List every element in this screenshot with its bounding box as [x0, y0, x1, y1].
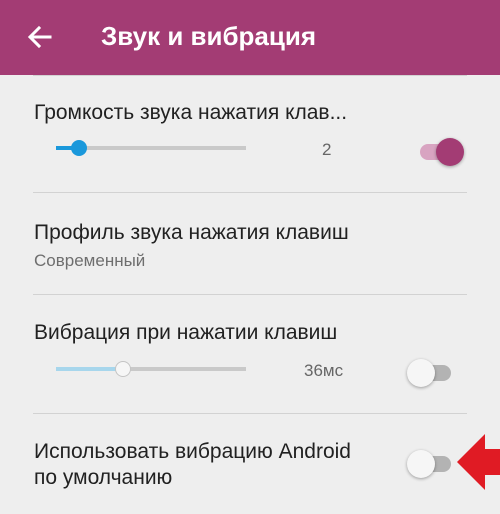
app-bar: Звук и вибрация	[0, 0, 500, 75]
page-title: Звук и вибрация	[101, 21, 317, 51]
switch-thumb	[436, 138, 464, 166]
slider-thumb[interactable]	[71, 140, 87, 156]
divider	[33, 192, 467, 193]
slider-thumb[interactable]	[115, 361, 131, 377]
keypress-vibration-switch[interactable]	[407, 357, 457, 387]
keypress-volume-switch[interactable]	[414, 136, 464, 166]
divider	[33, 75, 467, 76]
setting-title: Профиль звука нажатия клавиш	[34, 221, 349, 244]
divider	[33, 294, 467, 295]
switch-thumb	[407, 450, 435, 478]
keypress-vibration-value: 36мс	[304, 361, 344, 380]
keypress-volume-slider[interactable]	[56, 138, 246, 158]
keypress-vibration-slider[interactable]	[56, 359, 246, 379]
setting-summary: Современный	[34, 251, 146, 270]
android-default-vibration-switch[interactable]	[407, 448, 457, 478]
red-arrow-left-icon	[455, 432, 500, 492]
back-button[interactable]	[20, 17, 60, 57]
setting-title: Вибрация при нажатии клавиш	[34, 321, 338, 344]
setting-title-line1: Использовать вибрацию Android	[34, 440, 351, 463]
divider	[33, 413, 467, 414]
setting-title: Громкость звука нажатия клав...	[34, 101, 348, 124]
keypress-volume-value: 2	[322, 140, 332, 159]
arrow-left-icon	[27, 25, 52, 49]
setting-title-line2: по умолчанию	[34, 466, 173, 489]
slider-fill	[56, 367, 123, 371]
switch-thumb	[407, 359, 435, 387]
